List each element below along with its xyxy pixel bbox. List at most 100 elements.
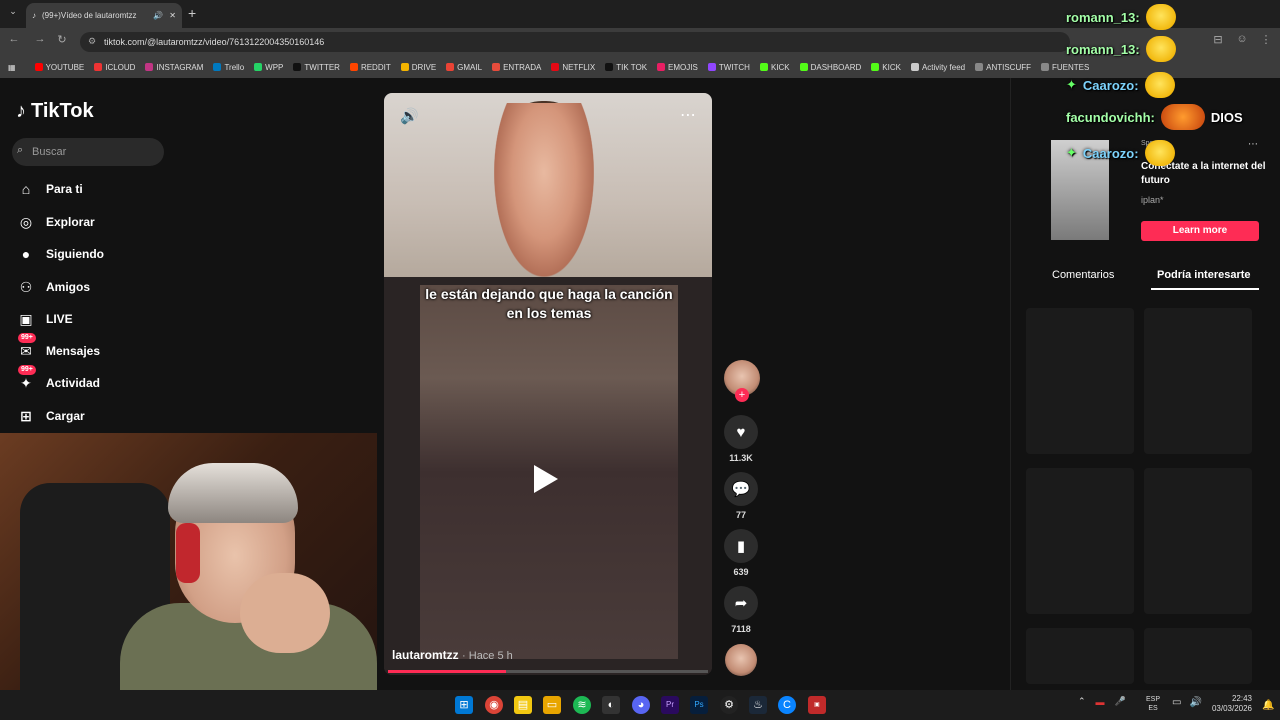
learn-more-button[interactable]: Learn more (1141, 221, 1259, 241)
heart-icon[interactable]: ♥ (724, 415, 758, 449)
address-bar[interactable]: ⚙ tiktok.com/@lautaromtzz/video/76131220… (80, 32, 1070, 52)
bookmark-item[interactable]: YOUTUBE (30, 63, 90, 72)
windows-start-icon[interactable]: ⊞ (455, 696, 473, 714)
spotify-icon[interactable]: ≋ (573, 696, 591, 714)
tiktok-logo[interactable]: ♪ TikTok (16, 100, 94, 123)
sidebar-item-live[interactable]: ▣ LIVE (16, 306, 196, 332)
suggested-video-thumb[interactable] (1144, 628, 1252, 684)
extensions-icon[interactable]: ⊟ (1210, 33, 1226, 46)
bookmark-item[interactable]: ICLOUD (89, 63, 140, 72)
language-indicator[interactable]: ESP ES (1146, 695, 1160, 713)
video-author[interactable]: lautaromtzz · Hace 5 h (392, 648, 513, 662)
profile-icon[interactable]: ☺ (1234, 33, 1250, 45)
bookmark-item[interactable]: ANTISCUFF (970, 63, 1036, 72)
notification-icon[interactable]: 🔔 (1262, 700, 1274, 711)
tab-audio-icon[interactable]: 🔊 (153, 11, 163, 20)
app-icon[interactable]: ▣ (808, 696, 826, 714)
tab-title: (99+)Vídeo de lautaromtzz (42, 11, 137, 20)
bookmark-label: FUENTES (1052, 62, 1090, 72)
video-player[interactable]: le están dejando que haga la canción en … (384, 93, 712, 675)
bookmark-item[interactable]: ENTRADA (487, 63, 546, 72)
tab-comentarios[interactable]: Comentarios (1052, 269, 1114, 281)
site-info-icon[interactable]: ⚙ (88, 36, 96, 47)
sidebar-item-para-ti[interactable]: ⌂ Para ti (16, 176, 196, 202)
share-icon[interactable]: ➦ (724, 586, 758, 620)
bookmark-icon[interactable]: ▮ (724, 529, 758, 563)
bookmark-item[interactable]: WPP (249, 63, 288, 72)
sidebar-item-label: Amigos (46, 280, 91, 294)
bookmark-label: ANTISCUFF (986, 62, 1031, 72)
network-icon[interactable]: ▭ (1172, 697, 1181, 708)
bookmark-item[interactable]: NETFLIX (546, 63, 600, 72)
tab-podria-interesarte[interactable]: Podría interesarte (1157, 269, 1251, 281)
save-action[interactable]: ▮ 639 (724, 529, 758, 577)
sidebar-item-actividad[interactable]: ✦ 99+ Actividad (16, 365, 196, 396)
bookmark-label: ENTRADA (503, 62, 542, 72)
photoshop-icon[interactable]: Ps (690, 696, 708, 714)
mic-icon[interactable]: 🎤 (1115, 696, 1126, 707)
more-options-icon[interactable]: ⋯ (680, 105, 697, 125)
bookmark-item[interactable]: KICK (755, 63, 795, 72)
sidebar-item-mensajes[interactable]: ✉ 99+ Mensajes (16, 333, 196, 364)
bookmark-item[interactable]: DASHBOARD (795, 63, 867, 72)
bookmark-item[interactable]: EMOJIS (652, 63, 703, 72)
bookmark-item[interactable]: GMAIL (441, 63, 487, 72)
sidebar-item-siguiendo[interactable]: ● Siguiendo (16, 241, 196, 267)
reload-icon[interactable]: ↻ (54, 33, 70, 46)
bookmark-item[interactable]: FUENTES (1036, 63, 1094, 72)
bookmark-item[interactable]: Trello (208, 63, 249, 72)
follow-plus-icon[interactable]: + (735, 388, 749, 402)
sidebar-item-explorar[interactable]: ◎ Explorar (16, 209, 196, 235)
suggested-video-thumb[interactable] (1026, 628, 1134, 684)
browser-icon[interactable]: C (778, 696, 796, 714)
tab-search-icon[interactable]: ⌄ (6, 6, 20, 20)
video-progress-bar[interactable] (388, 670, 708, 673)
obs-icon[interactable]: ◐ (602, 696, 620, 714)
url-text: tiktok.com/@lautaromtzz/video/7613122004… (104, 37, 325, 47)
back-icon[interactable]: ← (6, 33, 22, 45)
suggested-video-thumb[interactable] (1144, 468, 1252, 614)
notes-icon[interactable]: ▤ (514, 696, 532, 714)
browser-tab[interactable]: ♪ (99+)Vídeo de lautaromtzz 🔊 ✕ (26, 3, 182, 28)
share-action[interactable]: ➦ 7118 (724, 586, 758, 634)
chevron-up-icon[interactable]: ⌃ (1078, 696, 1086, 707)
play-icon[interactable] (534, 465, 558, 493)
ad-more-icon[interactable]: ⋯ (1248, 139, 1258, 150)
bookmark-item[interactable]: TWITTER (288, 63, 345, 72)
forward-icon[interactable]: → (32, 33, 48, 45)
sidebar-item-cargar[interactable]: ⊞ Cargar (16, 403, 196, 429)
bookmark-item[interactable]: KICK (866, 63, 906, 72)
bookmark-label: TIK TOK (616, 62, 648, 72)
like-action[interactable]: ♥ 11.3K (724, 415, 758, 463)
bookmark-item[interactable]: REDDIT (345, 63, 396, 72)
emote-icon (1144, 72, 1175, 98)
volume-icon[interactable]: 🔊 (400, 107, 419, 125)
bookmark-item[interactable]: Activity feed (906, 63, 970, 72)
bookmark-item[interactable]: DRIVE (396, 63, 441, 72)
suggested-video-thumb[interactable] (1026, 308, 1134, 454)
comment-icon[interactable]: 💬 (724, 472, 758, 506)
friends-icon: ⚇ (19, 279, 33, 295)
discord-icon[interactable]: ◕ (632, 696, 650, 714)
bookmark-item[interactable]: TWITCH (703, 63, 755, 72)
chrome-icon[interactable]: ◉ (485, 696, 503, 714)
volume-tray-icon[interactable]: 🔊 (1189, 697, 1201, 708)
comment-action[interactable]: 💬 77 (724, 472, 758, 520)
bookmark-item[interactable]: INSTAGRAM (140, 63, 208, 72)
sidebar-item-amigos[interactable]: ⚇ Amigos (16, 274, 196, 300)
explorer-icon[interactable]: ▭ (543, 696, 561, 714)
suggested-video-thumb[interactable] (1026, 468, 1134, 614)
app-icon[interactable]: ⚙ (720, 696, 738, 714)
clock[interactable]: 22:43 03/03/2026 (1206, 694, 1252, 714)
suggested-video-thumb[interactable] (1144, 308, 1252, 454)
menu-icon[interactable]: ⋮ (1258, 33, 1274, 46)
steam-icon[interactable]: ♨ (749, 696, 767, 714)
tab-close-icon[interactable]: ✕ (169, 11, 176, 20)
search-input[interactable]: ⌕ Buscar (12, 138, 164, 166)
premiere-icon[interactable]: Pr (661, 696, 679, 714)
new-tab-button[interactable]: + (188, 5, 196, 21)
bookmark-item[interactable]: TIK TOK (600, 63, 652, 72)
sound-avatar[interactable] (725, 644, 757, 676)
apps-icon[interactable]: ▦ (0, 63, 30, 72)
author-name[interactable]: lautaromtzz (392, 648, 459, 662)
